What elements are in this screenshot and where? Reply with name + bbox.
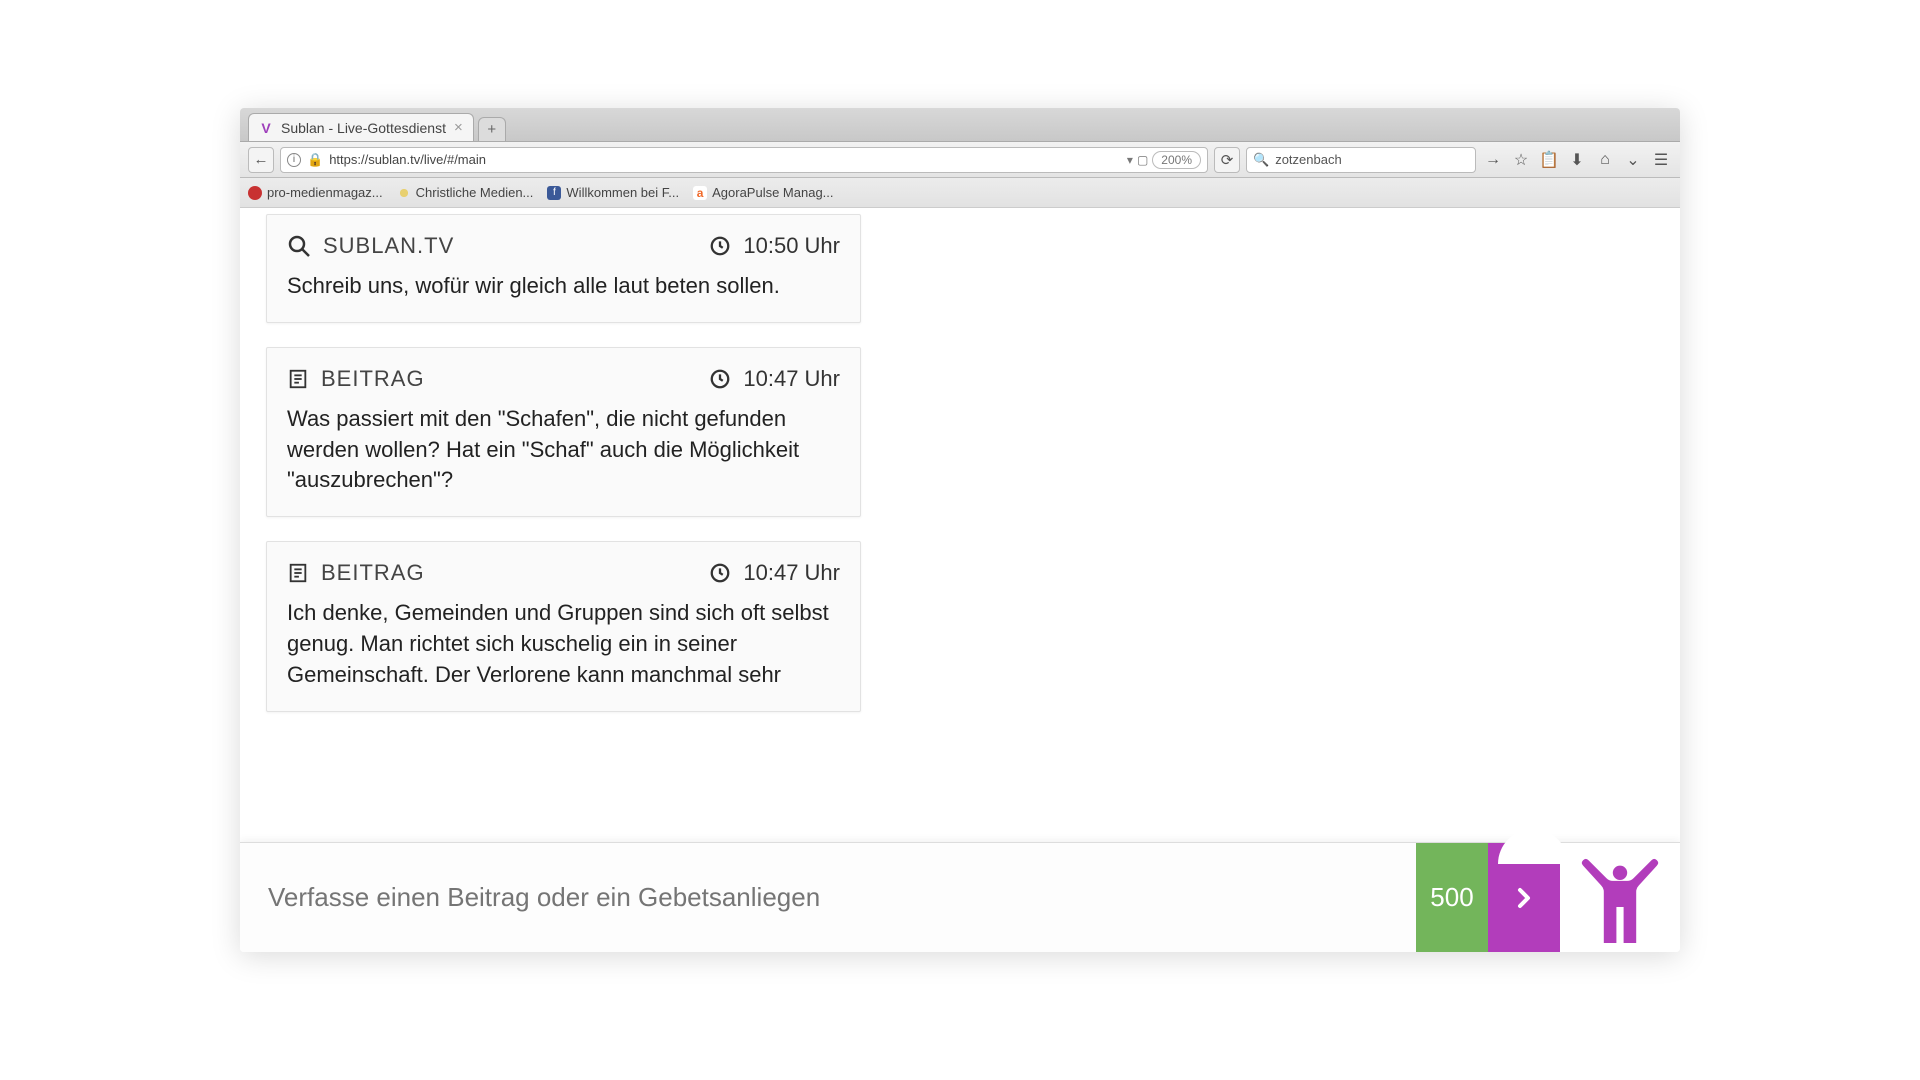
search-box[interactable]: 🔍 zotzenbach — [1246, 147, 1476, 173]
tab-strip: V Sublan - Live-Gottesdienst × + — [240, 108, 1680, 142]
feed-card: BEITRAG 10:47 Uhr Was passiert mit den "… — [266, 347, 861, 517]
close-icon[interactable]: × — [454, 119, 463, 136]
new-tab-button[interactable]: + — [478, 117, 506, 141]
download-icon[interactable]: ⬇ — [1566, 149, 1588, 171]
bookmark-icon: f — [547, 186, 561, 200]
card-label: SUBLAN.TV — [323, 233, 454, 259]
document-icon — [287, 368, 309, 390]
zoom-level[interactable]: 200% — [1152, 151, 1201, 169]
bookmark-icon: a — [693, 186, 707, 200]
bookmark-icon — [397, 186, 411, 200]
card-time: 10:47 Uhr — [743, 366, 840, 392]
pocket-icon[interactable]: ⌄ — [1622, 149, 1644, 171]
card-label: BEITRAG — [321, 560, 425, 586]
bookmark-icon — [248, 186, 262, 200]
dropdown-icon[interactable]: ▾ — [1127, 153, 1133, 167]
bookmark-label: AgoraPulse Manag... — [712, 185, 833, 200]
home-icon[interactable]: ⌂ — [1594, 149, 1616, 171]
info-icon[interactable]: i — [287, 153, 301, 167]
person-arms-up-icon — [1575, 853, 1665, 943]
brand-logo — [1560, 843, 1680, 952]
menu-icon[interactable]: ☰ — [1650, 149, 1672, 171]
clock-icon — [709, 562, 731, 584]
tab-title: Sublan - Live-Gottesdienst — [281, 120, 446, 136]
zoom-group: ▾ ▢ 200% — [1127, 151, 1201, 169]
bookmark-label: pro-medienmagaz... — [267, 185, 383, 200]
reload-button[interactable]: ⟳ — [1214, 147, 1240, 173]
card-body: Schreib uns, wofür wir gleich alle laut … — [287, 271, 840, 302]
feed-card: BEITRAG 10:47 Uhr Ich denke, Gemeinden u… — [266, 541, 861, 711]
url-text: https://sublan.tv/live/#/main — [329, 152, 486, 167]
back-button[interactable]: ← — [248, 147, 274, 173]
browser-tab[interactable]: V Sublan - Live-Gottesdienst × — [248, 113, 474, 141]
chevron-right-icon — [1512, 886, 1536, 910]
page-content: SUBLAN.TV 10:50 Uhr Schreib uns, wofür w… — [240, 208, 1680, 952]
star-icon[interactable]: ☆ — [1510, 149, 1532, 171]
feed-column: SUBLAN.TV 10:50 Uhr Schreib uns, wofür w… — [240, 208, 887, 952]
bookmark-label: Willkommen bei F... — [566, 185, 679, 200]
logo-background-curve — [1498, 829, 1568, 864]
composer-bar: 500 — [240, 842, 1680, 952]
card-time: 10:50 Uhr — [743, 233, 840, 259]
char-counter: 500 — [1416, 843, 1488, 952]
compose-input[interactable] — [240, 843, 1416, 952]
feed-card: SUBLAN.TV 10:50 Uhr Schreib uns, wofür w… — [266, 214, 861, 323]
search-icon — [287, 234, 311, 258]
url-box[interactable]: i 🔒 https://sublan.tv/live/#/main ▾ ▢ 20… — [280, 147, 1208, 173]
bookmark-item[interactable]: a AgoraPulse Manag... — [693, 185, 833, 200]
bookmark-item[interactable]: f Willkommen bei F... — [547, 185, 679, 200]
search-text: zotzenbach — [1275, 152, 1342, 167]
card-body: Ich denke, Gemeinden und Gruppen sind si… — [287, 598, 840, 690]
clipboard-icon[interactable]: 📋 — [1538, 149, 1560, 171]
clock-icon — [709, 368, 731, 390]
bookmarks-bar: pro-medienmagaz... Christliche Medien...… — [240, 178, 1680, 208]
lock-icon: 🔒 — [307, 152, 323, 168]
address-bar: ← i 🔒 https://sublan.tv/live/#/main ▾ ▢ … — [240, 142, 1680, 178]
card-body: Was passiert mit den "Schafen", die nich… — [287, 404, 840, 496]
search-icon: 🔍 — [1253, 152, 1269, 168]
bookmark-item[interactable]: pro-medienmagaz... — [248, 185, 383, 200]
bookmark-label: Christliche Medien... — [416, 185, 534, 200]
reader-icon[interactable]: ▢ — [1137, 153, 1148, 167]
card-label: BEITRAG — [321, 366, 425, 392]
bookmark-item[interactable]: Christliche Medien... — [397, 185, 534, 200]
favicon-icon: V — [259, 121, 273, 135]
document-icon — [287, 562, 309, 584]
card-time: 10:47 Uhr — [743, 560, 840, 586]
arrow-right-icon[interactable]: → — [1482, 149, 1504, 171]
clock-icon — [709, 235, 731, 257]
browser-window: V Sublan - Live-Gottesdienst × + ← i 🔒 h… — [240, 108, 1680, 952]
